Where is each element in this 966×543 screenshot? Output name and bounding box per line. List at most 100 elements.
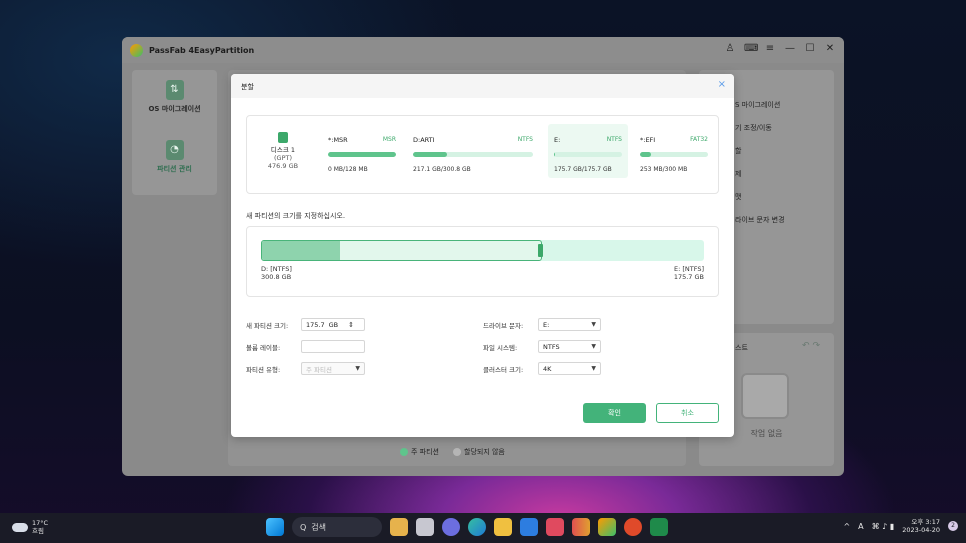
- menu-item-split[interactable]: 할: [735, 146, 741, 156]
- cloud-icon: [12, 522, 28, 532]
- partition-name: *:MSR: [328, 136, 348, 144]
- cancel-button[interactable]: 취소: [656, 403, 719, 423]
- weather-widget[interactable]: 17°C 흐림: [12, 519, 48, 535]
- partition-usage-fill: [413, 152, 447, 157]
- menu-item-resize[interactable]: 기 조정/이동: [735, 123, 772, 133]
- partition-manage-icon: ◔: [165, 140, 184, 160]
- partition-name: E:: [554, 136, 561, 144]
- resize-right-info: E: [NTFS] 175.7 GB: [674, 265, 704, 281]
- volume-label-label: 볼륨 레이블:: [246, 343, 281, 352]
- volume-label-input[interactable]: [301, 340, 365, 353]
- partition-size: 253 MB/300 MB: [640, 166, 688, 173]
- resize-track[interactable]: [261, 240, 704, 261]
- window-controls: ♙ ⌨ ≡ — ☐ ✕: [724, 43, 836, 54]
- app-icon[interactable]: [546, 518, 564, 536]
- partition-msr[interactable]: *:MSR MSR 0 MB/128 MB: [322, 124, 402, 178]
- primary-dot-icon: [400, 448, 408, 456]
- partition-name: D:ARTI: [413, 136, 435, 144]
- system-tray: ^ A ⌘ ♪ ▮ 오후 3:17 2023-04-20 2: [843, 518, 958, 534]
- close-icon[interactable]: ✕: [824, 43, 836, 54]
- drive-letter-select[interactable]: E: ▼: [538, 318, 601, 331]
- unallocated-dot-icon: [453, 448, 461, 456]
- resize-left-size: 300.8 GB: [261, 273, 292, 281]
- network-volume-battery-icon[interactable]: ⌘ ♪ ▮: [872, 522, 895, 531]
- new-size-input[interactable]: 175.7 GB ⇕: [301, 318, 365, 331]
- legend-unallocated-label: 할당되지 않음: [464, 448, 505, 456]
- partition-type-row: 파티션 유형: 주 파티션 ▼: [246, 362, 365, 375]
- disk-info: 디스크 1 (GPT) 476.9 GB: [261, 132, 305, 170]
- partition-type-select: 주 파티션 ▼: [301, 362, 365, 375]
- chevron-down-icon: ▼: [591, 321, 596, 328]
- partition-usage-bar: [640, 152, 708, 157]
- cluster-size-select[interactable]: 4K ▼: [538, 362, 601, 375]
- partition-fs: FAT32: [690, 136, 708, 143]
- undo-redo-icon[interactable]: ↶ ↷: [802, 341, 820, 351]
- file-explorer-icon[interactable]: [494, 518, 512, 536]
- cluster-size-label: 클러스터 크기:: [483, 365, 524, 374]
- resize-left-partition: [261, 240, 542, 261]
- migrate-icon: ⇅: [165, 80, 184, 100]
- partition-usage-bar: [413, 152, 533, 157]
- split-dialog: 분할 × 디스크 1 (GPT) 476.9 GB *:MSR MSR 0 MB…: [231, 74, 734, 437]
- search-box[interactable]: Q 검색: [292, 517, 382, 537]
- app-icon[interactable]: [572, 518, 590, 536]
- resize-used-fill: [262, 241, 341, 260]
- partition-size: 175.7 GB/175.7 GB: [554, 166, 612, 173]
- file-system-select[interactable]: NTFS ▼: [538, 340, 601, 353]
- partition-name: *:EFI: [640, 136, 656, 144]
- drive-letter-value: E:: [543, 320, 550, 329]
- minimize-icon[interactable]: —: [784, 43, 796, 54]
- menu-item-format[interactable]: 맷: [735, 192, 741, 202]
- disk-name: 디스크 1: [270, 146, 296, 154]
- chrome-icon[interactable]: [624, 518, 642, 536]
- chevron-down-icon: ▼: [591, 365, 596, 372]
- confirm-button[interactable]: 확인: [583, 403, 646, 423]
- partition-type-value: 주 파티션: [306, 365, 332, 374]
- task-view-icon[interactable]: [416, 518, 434, 536]
- cluster-size-value: 4K: [543, 364, 552, 373]
- legend-unallocated: 할당되지 않음: [453, 447, 505, 457]
- close-icon[interactable]: ×: [718, 79, 726, 90]
- partition-size: 217.1 GB/300.8 GB: [413, 166, 471, 173]
- dialog-title: 분할: [241, 83, 254, 91]
- resize-right-label: E: [NTFS]: [673, 265, 704, 273]
- ime-indicator[interactable]: A: [858, 522, 863, 531]
- file-system-label: 파일 시스템:: [483, 343, 518, 352]
- partition-e[interactable]: E: NTFS 175.7 GB/175.7 GB: [548, 124, 628, 178]
- edge-icon[interactable]: [468, 518, 486, 536]
- new-size-label: 새 파티션 크기:: [246, 321, 289, 330]
- chevron-down-icon: ▼: [591, 343, 596, 350]
- partition-usage-bar: [554, 152, 622, 157]
- partition-usage-bar: [328, 152, 396, 157]
- sidebar-item-label: OS 마이그레이션: [148, 105, 201, 113]
- chevron-down-icon: ▼: [355, 365, 360, 372]
- user-icon[interactable]: ♙: [724, 43, 736, 54]
- resize-handle[interactable]: [538, 244, 543, 257]
- excel-icon[interactable]: [650, 518, 668, 536]
- passfab-icon[interactable]: [598, 518, 616, 536]
- clock[interactable]: 오후 3:17 2023-04-20: [902, 518, 940, 534]
- start-icon[interactable]: [266, 518, 284, 536]
- feedback-icon[interactable]: ⌨: [744, 43, 758, 54]
- menu-item-os-migration[interactable]: S 마이그레이션: [735, 100, 780, 110]
- mail-icon[interactable]: [520, 518, 538, 536]
- disk-size: 476.9 GB: [267, 162, 299, 170]
- partition-fs: NTFS: [517, 136, 533, 143]
- chevron-up-icon[interactable]: ^: [843, 522, 850, 531]
- notification-badge[interactable]: 2: [948, 521, 958, 531]
- partition-d[interactable]: D:ARTI NTFS 217.1 GB/300.8 GB: [407, 124, 539, 178]
- partition-legend: 주 파티션 할당되지 않음: [400, 447, 505, 457]
- sidebar-item-partition-manage[interactable]: ◔ 파티션 관리: [132, 140, 217, 174]
- legend-primary-label: 주 파티션: [411, 448, 439, 456]
- menu-item-delete[interactable]: 제: [735, 169, 741, 179]
- chat-icon[interactable]: [442, 518, 460, 536]
- menu-item-change-drive-letter[interactable]: 라이브 문자 변경: [735, 215, 785, 225]
- widgets-icon[interactable]: [390, 518, 408, 536]
- stepper-icon[interactable]: ⇕: [348, 321, 354, 329]
- resize-left-info: D: [NTFS] 300.8 GB: [261, 265, 292, 281]
- size-instruction: 새 파티션의 크기를 지정하십시오.: [246, 212, 346, 220]
- menu-icon[interactable]: ≡: [764, 43, 776, 54]
- sidebar-item-os-migration[interactable]: ⇅ OS 마이그레이션: [132, 80, 217, 114]
- maximize-icon[interactable]: ☐: [804, 43, 816, 54]
- partition-efi[interactable]: *:EFI FAT32 253 MB/300 MB: [634, 124, 714, 178]
